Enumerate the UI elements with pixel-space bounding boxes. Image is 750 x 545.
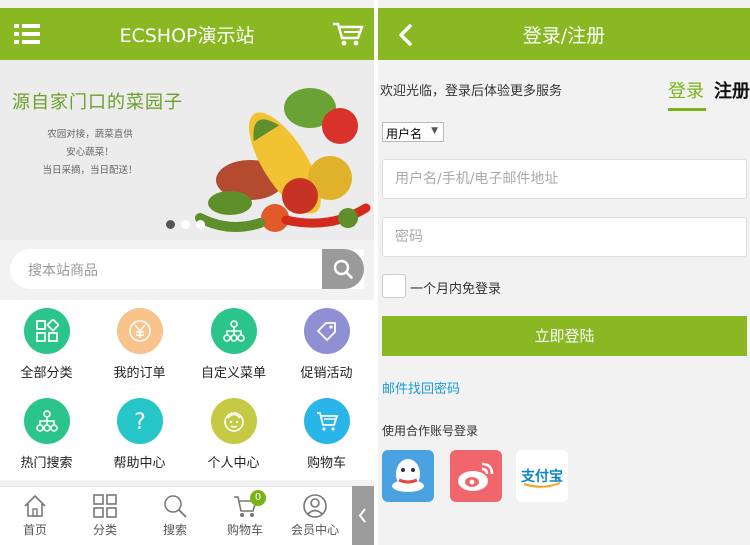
- chevron-left-icon: [358, 508, 366, 523]
- forgot-password-link[interactable]: 邮件找回密码: [382, 378, 460, 397]
- svg-text:支付宝: 支付宝: [520, 468, 563, 485]
- banner-pagination: [166, 214, 211, 233]
- shortcut-help-center[interactable]: ? 帮助中心: [93, 398, 186, 471]
- sitemap-icon: [23, 398, 70, 444]
- tab-label: 分类: [92, 523, 117, 537]
- shortcut-custom-menu[interactable]: 自定义菜单: [187, 308, 280, 381]
- pagination-dot-active[interactable]: [166, 220, 175, 229]
- cart-count-badge: 0: [250, 490, 266, 506]
- pagination-dot[interactable]: [181, 220, 190, 229]
- tag-icon: [303, 308, 350, 354]
- active-tab-indicator: [668, 108, 706, 111]
- sitemap-icon: [210, 308, 257, 354]
- shortcut-personal-center[interactable]: 个人中心: [187, 398, 280, 471]
- shortcut-hot-search[interactable]: 热门搜索: [0, 398, 93, 471]
- face-icon: [210, 398, 257, 444]
- banner-line: 农园对接，蔬菜直供: [47, 129, 133, 140]
- tab-label: 会员中心: [290, 523, 339, 537]
- shortcut-label: 个人中心: [207, 456, 260, 471]
- home-screen: ECSHOP演示站 源自家门口的菜园子 农园对接，蔬菜直供 安心蔬菜！ 当日采摘…: [0, 0, 374, 545]
- home-title: ECSHOP演示站: [119, 25, 255, 47]
- svg-text:?: ?: [134, 410, 146, 433]
- login-button[interactable]: 立即登陆: [382, 316, 747, 356]
- shortcut-label: 购物车: [306, 456, 346, 471]
- tab-label: 搜索: [162, 523, 187, 537]
- alipay-login-button[interactable]: 支付宝: [516, 450, 568, 502]
- bottom-tab-bar: 首页 分类 搜索 0 购物车 会员中心: [0, 486, 352, 545]
- account-type-select[interactable]: 用户名 ▼: [382, 122, 444, 142]
- shortcut-label: 自定义菜单: [200, 366, 266, 381]
- search-placeholder: 搜本站商品: [28, 263, 98, 279]
- weibo-icon: [458, 462, 494, 491]
- tab-home[interactable]: 首页: [0, 487, 70, 538]
- home-icon: [24, 494, 46, 517]
- account-type-value: 用户名: [386, 127, 423, 141]
- tab-label: 首页: [22, 523, 47, 537]
- shortcut-my-orders[interactable]: 我的订单: [93, 308, 186, 381]
- tab-search[interactable]: 搜索: [140, 487, 210, 538]
- chevron-down-icon: ▼: [431, 126, 438, 136]
- question-icon: ?: [116, 398, 163, 444]
- username-input[interactable]: [383, 160, 746, 198]
- password-field[interactable]: [382, 217, 747, 257]
- shortcut-label: 帮助中心: [113, 456, 166, 471]
- tab-register[interactable]: 注册: [714, 77, 750, 103]
- login-title: 登录/注册: [522, 25, 606, 47]
- banner-line: 当日采摘，当日配送！: [42, 165, 138, 176]
- tab-category[interactable]: 分类: [70, 487, 140, 538]
- password-input[interactable]: [383, 218, 746, 256]
- shortcut-cart[interactable]: 购物车: [280, 398, 373, 471]
- shortcut-promotions[interactable]: 促销活动: [280, 308, 373, 381]
- username-field[interactable]: [382, 159, 747, 199]
- header-cart-icon[interactable]: [332, 20, 364, 48]
- login-header: 登录/注册: [378, 8, 750, 60]
- banner-headline: 源自家门口的菜园子: [12, 92, 183, 113]
- weibo-login-button[interactable]: [450, 450, 502, 502]
- pagination-dot[interactable]: [196, 220, 205, 229]
- shortcut-label: 我的订单: [113, 366, 166, 381]
- user-icon: [303, 494, 327, 518]
- search-icon: [333, 259, 353, 279]
- tab-login[interactable]: 登录: [668, 77, 704, 103]
- remember-checkbox[interactable]: [382, 274, 406, 298]
- login-screen: 登录/注册 欢迎光临，登录后体验更多服务 登录 注册 用户名 ▼ 一个月内免登录…: [378, 0, 750, 545]
- search-icon: [164, 495, 187, 518]
- alipay-icon: 支付宝: [520, 468, 563, 488]
- search-button[interactable]: [322, 249, 364, 289]
- home-header: ECSHOP演示站: [0, 8, 374, 60]
- shortcut-label: 促销活动: [300, 366, 353, 381]
- shortcut-grid: 全部分类 我的订单 自定义菜单 促销活动 热门搜索 ? 帮助中心 个人中心 购物…: [0, 300, 374, 480]
- vegetables-image: [195, 88, 371, 232]
- shortcut-label: 全部分类: [20, 366, 73, 381]
- promo-banner[interactable]: 源自家门口的菜园子 农园对接，蔬菜直供 安心蔬菜！ 当日采摘，当日配送！: [0, 60, 374, 240]
- partner-login-title: 使用合作账号登录: [382, 424, 479, 438]
- welcome-text: 欢迎光临，登录后体验更多服务: [380, 84, 563, 99]
- grid-icon: [23, 308, 70, 354]
- search-input[interactable]: 搜本站商品: [10, 249, 364, 289]
- yen-icon: [116, 308, 163, 354]
- shortcut-label: 热门搜索: [20, 456, 73, 471]
- qq-login-button[interactable]: [382, 450, 434, 502]
- tab-member-center[interactable]: 会员中心: [280, 487, 350, 538]
- cart-icon: [303, 398, 350, 444]
- remember-label: 一个月内免登录: [410, 282, 502, 297]
- category-icon: [93, 494, 117, 518]
- tab-label: 购物车: [226, 523, 263, 537]
- collapse-tabbar-button[interactable]: [352, 486, 374, 545]
- shortcut-all-categories[interactable]: 全部分类: [0, 308, 93, 381]
- qq-icon: [392, 459, 424, 492]
- tab-cart[interactable]: 0 购物车: [210, 487, 280, 538]
- banner-line: 安心蔬菜！: [66, 147, 114, 158]
